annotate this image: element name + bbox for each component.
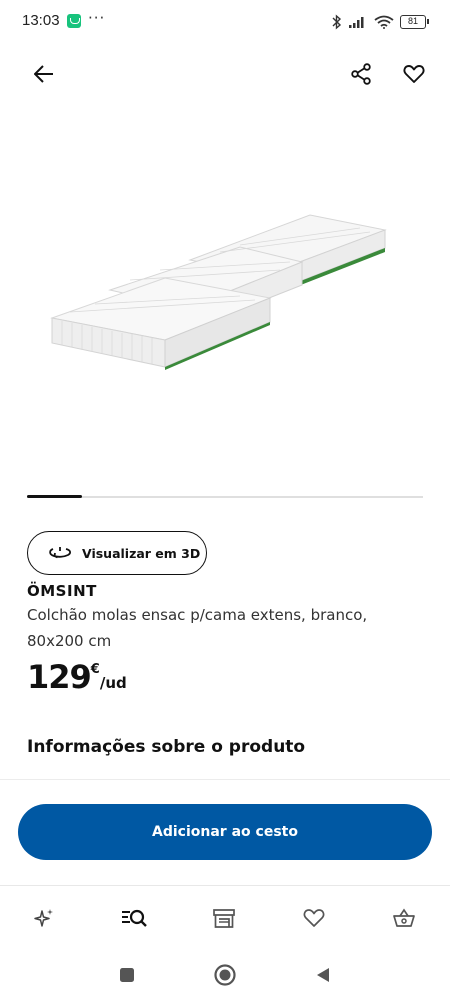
status-icons: 81 — [332, 12, 429, 32]
home-button[interactable] — [211, 961, 239, 989]
gallery-progress-indicator — [27, 495, 83, 498]
price-integer: 129 — [27, 658, 92, 696]
price-currency: € — [90, 662, 100, 677]
price-unit: /ud — [99, 674, 127, 692]
recents-button[interactable] — [113, 961, 141, 989]
share-icon — [351, 63, 371, 85]
product-description: Colchão molas ensac p/cama extens, branc… — [27, 606, 368, 650]
wifi-icon — [374, 15, 394, 29]
divider — [0, 779, 450, 780]
heart-icon — [403, 65, 425, 83]
product-image[interactable] — [40, 200, 410, 380]
back-icon — [317, 968, 329, 982]
store-icon — [213, 909, 235, 928]
arrow-left-icon — [34, 65, 53, 83]
nav-stores[interactable] — [204, 898, 244, 938]
share-button[interactable] — [343, 56, 379, 92]
battery-icon: 81 — [400, 15, 429, 29]
system-nav-bar — [0, 955, 450, 995]
product-name: ÖMSINT — [27, 582, 97, 600]
recents-icon — [120, 968, 134, 982]
product-info-heading[interactable]: Informações sobre o produto — [27, 737, 305, 757]
view-3d-button[interactable]: Visualizar em 3D — [27, 531, 207, 575]
status-bar: 13:03 ··· 81 — [0, 0, 450, 44]
product-price: 129 € /ud — [27, 658, 127, 696]
more-notifications-indicator: ··· — [88, 9, 106, 27]
add-to-cart-label: Adicionar ao cesto — [152, 824, 298, 840]
back-button[interactable] — [26, 56, 62, 92]
home-icon — [214, 964, 236, 986]
search-list-icon — [122, 909, 147, 927]
nav-basket[interactable] — [384, 898, 424, 938]
add-to-cart-button[interactable]: Adicionar ao cesto — [18, 804, 432, 860]
bottom-nav-divider — [0, 885, 450, 886]
signal-icon — [349, 17, 364, 28]
nav-inspiration[interactable] — [24, 898, 64, 938]
bluetooth-icon — [332, 14, 342, 30]
app-notification-icon — [67, 14, 81, 28]
status-time: 13:03 — [22, 12, 60, 29]
back-nav-button[interactable] — [309, 961, 337, 989]
heart-icon — [303, 909, 325, 927]
view-3d-label: Visualizar em 3D — [82, 545, 201, 561]
rotate-3d-icon — [49, 547, 71, 559]
bottom-nav — [0, 898, 450, 938]
favorite-button[interactable] — [396, 56, 432, 92]
mattress-image — [50, 214, 387, 370]
nav-search[interactable] — [114, 898, 154, 938]
nav-favorites[interactable] — [294, 898, 334, 938]
gallery-progress-track — [27, 495, 423, 498]
basket-icon — [393, 908, 415, 927]
sparkle-icon — [34, 909, 53, 927]
